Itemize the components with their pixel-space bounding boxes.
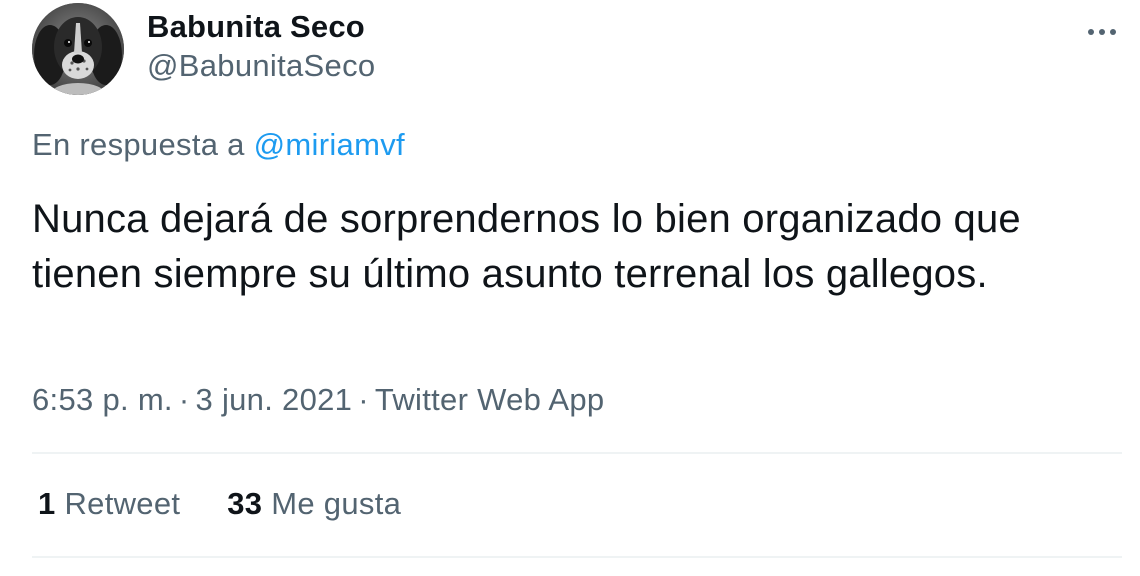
likes-label: Me gusta [271, 486, 402, 521]
tweet-meta: 6:53 p. m. · 3 jun. 2021 · Twitter Web App [32, 382, 604, 418]
avatar[interactable] [32, 3, 124, 95]
display-name[interactable]: Babunita Seco [147, 9, 365, 45]
likes-stat[interactable]: 33 Me gusta [227, 486, 401, 521]
likes-count: 33 [227, 486, 263, 521]
tweet-source[interactable]: Twitter Web App [375, 382, 605, 417]
more-dots-icon [1110, 29, 1116, 35]
meta-separator: · [178, 382, 190, 417]
meta-separator: · [358, 382, 369, 417]
tweet-card: Babunita Seco @BabunitaSeco En respuesta… [0, 0, 1140, 576]
retweets-count: 1 [38, 486, 56, 521]
divider [32, 556, 1122, 558]
more-dots-icon [1099, 29, 1105, 35]
retweets-label: Retweet [64, 486, 181, 521]
retweets-stat[interactable]: 1 Retweet [38, 486, 189, 521]
reply-prefix: En respuesta a [32, 127, 245, 162]
more-options-button[interactable] [1080, 16, 1124, 48]
more-dots-icon [1088, 29, 1094, 35]
reply-mention-link[interactable]: @miriamvf [254, 127, 405, 162]
divider [32, 452, 1122, 454]
dog-avatar-icon [32, 3, 124, 95]
tweet-stats: 1 Retweet 33 Me gusta [38, 486, 401, 522]
user-handle[interactable]: @BabunitaSeco [147, 48, 375, 84]
tweet-time[interactable]: 6:53 p. m. [32, 382, 173, 417]
reply-context: En respuesta a @miriamvf [32, 127, 405, 163]
tweet-text: Nunca dejará de sorprendernos lo bien or… [32, 197, 1021, 296]
tweet-date[interactable]: 3 jun. 2021 [195, 382, 352, 417]
